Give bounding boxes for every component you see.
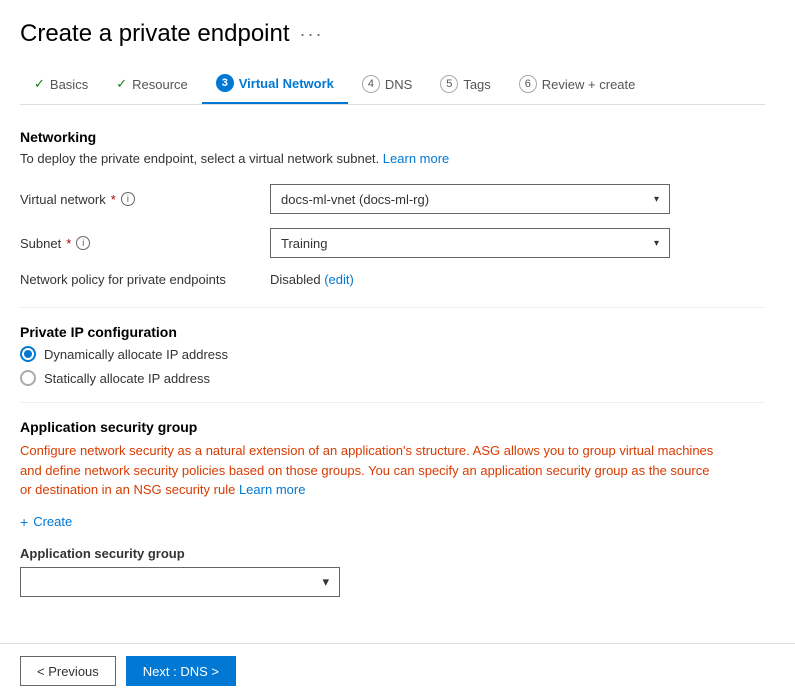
subnet-required: *	[66, 236, 71, 251]
ip-config-title: Private IP configuration	[20, 324, 765, 340]
previous-button[interactable]: < Previous	[20, 656, 116, 686]
step-basics-check: ✓	[34, 76, 45, 92]
asg-description: Configure network security as a natural …	[20, 441, 720, 500]
step-basics-label: Basics	[50, 77, 88, 92]
page-title: Create a private endpoint ···	[20, 20, 765, 48]
subnet-caret: ▾	[654, 238, 659, 249]
subnet-value: Training	[281, 236, 327, 251]
asg-desc-text: Configure network security as a natural …	[20, 443, 713, 497]
asg-create-link[interactable]: + Create	[20, 514, 765, 530]
virtual-network-caret: ▾	[654, 194, 659, 205]
step-tags-number: 5	[440, 75, 458, 93]
asg-dropdown[interactable]: ▾	[20, 567, 340, 597]
policy-row: Network policy for private endpoints Dis…	[20, 272, 765, 287]
subnet-info-icon[interactable]: i	[76, 236, 90, 250]
networking-description: To deploy the private endpoint, select a…	[20, 151, 765, 166]
networking-section-title: Networking	[20, 129, 765, 145]
step-virtual-network-label: Virtual Network	[239, 76, 334, 91]
step-resource-check: ✓	[116, 76, 127, 92]
virtual-network-label: Virtual network * i	[20, 192, 260, 207]
subnet-label: Subnet * i	[20, 236, 260, 251]
step-dns[interactable]: 4 DNS	[348, 67, 426, 103]
virtual-network-required: *	[111, 192, 116, 207]
radio-static-input[interactable]	[20, 370, 36, 386]
next-button[interactable]: Next : DNS >	[126, 656, 236, 686]
asg-field-label: Application security group	[20, 546, 765, 561]
step-virtual-network-number: 3	[216, 74, 234, 92]
radio-dynamic-input[interactable]	[20, 346, 36, 362]
radio-dynamic[interactable]: Dynamically allocate IP address	[20, 346, 765, 362]
step-virtual-network[interactable]: 3 Virtual Network	[202, 66, 348, 104]
networking-desc-text: To deploy the private endpoint, select a…	[20, 151, 379, 166]
ip-config-section: Private IP configuration Dynamically all…	[20, 324, 765, 386]
networking-learn-more[interactable]: Learn more	[383, 151, 449, 166]
asg-create-label: Create	[33, 514, 72, 529]
ip-config-radio-group: Dynamically allocate IP address Statical…	[20, 346, 765, 386]
step-review-create[interactable]: 6 Review + create	[505, 67, 650, 103]
virtual-network-value: docs-ml-vnet (docs-ml-rg)	[281, 192, 429, 207]
virtual-network-row: Virtual network * i docs-ml-vnet (docs-m…	[20, 184, 765, 214]
step-dns-number: 4	[362, 75, 380, 93]
virtual-network-dropdown[interactable]: docs-ml-vnet (docs-ml-rg) ▾	[270, 184, 670, 214]
asg-section: Application security group Configure net…	[20, 419, 765, 597]
wizard-steps: ✓ Basics ✓ Resource 3 Virtual Network 4 …	[20, 66, 765, 105]
radio-dynamic-label: Dynamically allocate IP address	[44, 347, 228, 362]
step-resource-label: Resource	[132, 77, 188, 92]
step-basics[interactable]: ✓ Basics	[20, 68, 102, 102]
bottom-nav: < Previous Next : DNS >	[0, 643, 795, 698]
networking-section: Networking To deploy the private endpoin…	[20, 129, 765, 287]
asg-section-title: Application security group	[20, 419, 765, 435]
divider-1	[20, 307, 765, 308]
step-resource[interactable]: ✓ Resource	[102, 68, 202, 102]
subnet-row: Subnet * i Training ▾	[20, 228, 765, 258]
step-review-number: 6	[519, 75, 537, 93]
step-tags-label: Tags	[463, 77, 490, 92]
asg-dropdown-caret: ▾	[322, 574, 329, 590]
page-title-text: Create a private endpoint	[20, 20, 290, 48]
plus-icon: +	[20, 514, 28, 530]
page-title-ellipsis: ···	[300, 24, 324, 45]
step-dns-label: DNS	[385, 77, 412, 92]
radio-static[interactable]: Statically allocate IP address	[20, 370, 765, 386]
policy-value: Disabled (edit)	[270, 272, 354, 287]
asg-learn-more[interactable]: Learn more	[239, 482, 305, 497]
virtual-network-info-icon[interactable]: i	[121, 192, 135, 206]
step-tags[interactable]: 5 Tags	[426, 67, 504, 103]
subnet-dropdown[interactable]: Training ▾	[270, 228, 670, 258]
policy-label: Network policy for private endpoints	[20, 272, 260, 287]
step-review-label: Review + create	[542, 77, 636, 92]
radio-static-label: Statically allocate IP address	[44, 371, 210, 386]
policy-edit-link[interactable]: (edit)	[324, 272, 354, 287]
divider-2	[20, 402, 765, 403]
